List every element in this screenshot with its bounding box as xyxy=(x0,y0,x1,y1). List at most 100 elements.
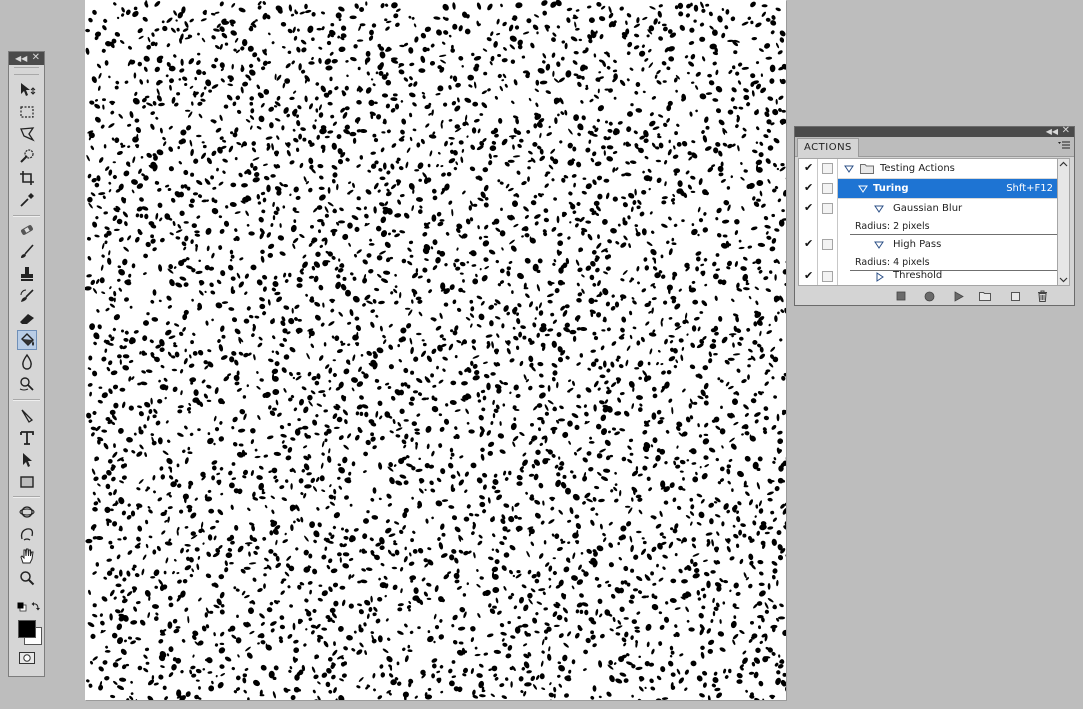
quick-selection-icon xyxy=(20,149,34,163)
action-param-label: Radius: 2 pixels xyxy=(855,221,930,232)
close-icon[interactable]: ✕ xyxy=(1062,125,1070,137)
play-button[interactable] xyxy=(951,289,965,303)
eyedropper-tool-button[interactable] xyxy=(17,190,37,210)
collapsed-triangle-icon[interactable] xyxy=(876,272,884,282)
folder-icon xyxy=(860,164,874,174)
dialog-toggle[interactable] xyxy=(818,235,838,255)
dodge-tool-button[interactable] xyxy=(17,374,37,394)
dialog-box xyxy=(822,271,833,282)
dialog-box xyxy=(822,239,833,250)
action-row-turing[interactable]: ✔ Turing Shft+F12 xyxy=(799,179,1057,199)
action-step-row[interactable]: ✔ Gaussian Blur xyxy=(799,199,1057,219)
quick-selection-tool-button[interactable] xyxy=(17,146,37,166)
checkmark-icon: ✔ xyxy=(804,237,814,250)
eraser-tool-button[interactable] xyxy=(17,308,37,328)
action-set-label: Testing Actions xyxy=(880,163,955,174)
dialog-toggle[interactable] xyxy=(818,159,838,179)
expand-triangle-icon[interactable] xyxy=(874,205,884,213)
swap-colors-icon[interactable] xyxy=(31,601,41,611)
pen-icon xyxy=(21,409,34,423)
action-step-content[interactable]: High Pass xyxy=(838,235,1057,255)
action-step-content[interactable]: Threshold xyxy=(838,267,1057,285)
actions-panel-titlebar[interactable]: ◀◀ ✕ xyxy=(795,125,1074,137)
paint-bucket-icon xyxy=(21,333,34,346)
record-button[interactable] xyxy=(922,289,936,303)
action-set-row[interactable]: ✔ Testing Actions xyxy=(799,159,1057,179)
type-tool-button[interactable] xyxy=(17,428,37,448)
pen-tool-button[interactable] xyxy=(17,406,37,426)
turing-pattern-image xyxy=(85,0,786,700)
expand-triangle-icon[interactable] xyxy=(844,165,854,173)
dialog-box xyxy=(822,203,833,214)
action-step-content[interactable]: Gaussian Blur xyxy=(838,199,1057,219)
action-step-row[interactable]: ✔ High Pass xyxy=(799,235,1057,255)
tools-panel-header[interactable]: ◀◀ ✕ xyxy=(9,52,44,65)
blur-tool-button[interactable] xyxy=(17,352,37,372)
action-step-label: Gaussian Blur xyxy=(893,203,963,214)
toggle-checkbox[interactable]: ✔ xyxy=(799,267,818,285)
spot-healing-brush-tool-button[interactable] xyxy=(17,220,37,240)
toggle-checkbox[interactable]: ✔ xyxy=(799,179,818,199)
expand-triangle-icon[interactable] xyxy=(858,185,868,193)
collapse-icon[interactable]: ◀◀ xyxy=(15,53,27,64)
paint-bucket-tool-button[interactable] xyxy=(17,330,37,350)
color-swatches xyxy=(14,602,42,645)
tools-separator xyxy=(13,399,40,401)
tools-separator xyxy=(13,215,40,217)
stop-button[interactable] xyxy=(894,289,908,303)
rectangular-marquee-tool-button[interactable] xyxy=(17,102,37,122)
quick-mask-button[interactable] xyxy=(17,651,37,665)
3d-rotate-icon xyxy=(19,506,35,518)
tab-actions[interactable]: ACTIONS xyxy=(797,138,859,157)
type-icon xyxy=(20,431,34,445)
rectangle-tool-button[interactable] xyxy=(17,472,37,492)
toggle-checkbox[interactable]: ✔ xyxy=(799,235,818,255)
play-icon xyxy=(954,290,964,302)
history-brush-tool-button[interactable] xyxy=(17,286,37,306)
path-selection-tool-button[interactable] xyxy=(17,450,37,470)
eraser-icon xyxy=(20,314,34,324)
panel-menu-icon[interactable] xyxy=(1058,141,1070,151)
move-tool-button[interactable] xyxy=(17,80,37,100)
new-set-button[interactable] xyxy=(978,289,992,303)
hand-tool-button[interactable] xyxy=(17,546,37,566)
foreground-color-swatch[interactable] xyxy=(18,620,36,638)
new-action-button[interactable] xyxy=(1008,289,1022,303)
3d-rotate-tool-button[interactable] xyxy=(17,502,37,522)
toggle-checkbox[interactable]: ✔ xyxy=(799,199,818,219)
blur-drop-icon xyxy=(22,353,32,370)
scroll-up-icon[interactable] xyxy=(1059,160,1068,169)
scroll-down-icon[interactable] xyxy=(1059,275,1068,284)
3d-orbit-tool-button[interactable] xyxy=(17,524,37,544)
actions-scrollbar[interactable] xyxy=(1058,158,1070,286)
collapse-icon[interactable]: ◀◀ xyxy=(1046,126,1058,137)
actions-bottom-bar xyxy=(795,287,1074,305)
eyedropper-icon xyxy=(20,193,34,207)
clone-stamp-tool-button[interactable] xyxy=(17,264,37,284)
actions-list[interactable]: ✔ Testing Actions ✔ Turing Shft+F12 ✔ Ga… xyxy=(798,158,1058,286)
brush-tool-button[interactable] xyxy=(17,242,37,262)
healing-brush-icon xyxy=(21,225,33,235)
delete-button[interactable] xyxy=(1035,289,1049,303)
expand-triangle-icon[interactable] xyxy=(874,241,884,249)
document-canvas[interactable] xyxy=(85,0,786,700)
dialog-toggle[interactable] xyxy=(818,179,838,199)
trash-icon xyxy=(1037,290,1047,302)
dodge-icon xyxy=(19,377,34,391)
action-step-row[interactable]: ✔ Threshold xyxy=(799,267,1057,285)
checkmark-icon: ✔ xyxy=(804,201,814,214)
tools-panel: ◀◀ ✕ xyxy=(8,51,45,677)
default-colors-icon[interactable] xyxy=(17,602,27,612)
action-content[interactable]: Turing Shft+F12 xyxy=(838,179,1057,199)
brush-icon xyxy=(21,244,34,258)
lasso-tool-button[interactable] xyxy=(17,124,37,144)
panel-grip[interactable] xyxy=(14,67,39,75)
hand-icon xyxy=(20,548,34,564)
toggle-checkbox[interactable]: ✔ xyxy=(799,159,818,179)
dialog-toggle[interactable] xyxy=(818,267,838,285)
crop-tool-button[interactable] xyxy=(17,168,37,188)
close-icon[interactable]: ✕ xyxy=(32,52,40,64)
zoom-tool-button[interactable] xyxy=(17,568,37,588)
dialog-toggle[interactable] xyxy=(818,199,838,219)
action-set-content[interactable]: Testing Actions xyxy=(838,159,1057,179)
